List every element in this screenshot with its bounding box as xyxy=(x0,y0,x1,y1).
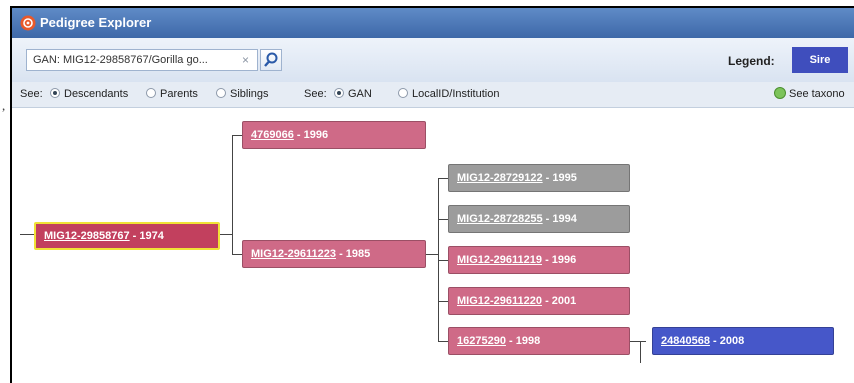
node-id-link[interactable]: MIG12-29858767 xyxy=(44,230,130,242)
search-field[interactable]: GAN: MIG12-29858767/Gorilla go... × xyxy=(26,49,258,71)
pedigree-node[interactable]: 16275290 - 1998 xyxy=(448,327,630,355)
radio-descendants[interactable]: Descendants xyxy=(50,88,128,100)
connector-gen2-d xyxy=(438,301,448,302)
connector-gen1-b xyxy=(232,254,242,255)
globe-icon xyxy=(774,87,786,99)
node-year: - 1996 xyxy=(542,254,577,266)
connector-gen3 xyxy=(630,341,646,342)
toolbar: GAN: MIG12-29858767/Gorilla go... × Lege… xyxy=(12,38,854,83)
legend-sire-button[interactable]: Sire xyxy=(792,47,848,73)
pedigree-explorer-window: Pedigree Explorer GAN: MIG12-29858767/Go… xyxy=(10,6,854,383)
radio-parents-icon[interactable] xyxy=(146,88,156,98)
radio-parents[interactable]: Parents xyxy=(146,88,198,100)
radio-localid[interactable]: LocalID/Institution xyxy=(398,88,499,100)
search-value[interactable]: GAN: MIG12-29858767/Gorilla go... xyxy=(33,54,208,66)
window-title: Pedigree Explorer xyxy=(40,15,152,30)
radio-localid-label: LocalID/Institution xyxy=(412,88,500,100)
see-label-view: See: xyxy=(20,88,43,100)
node-id-link[interactable]: 24840568 xyxy=(661,335,710,347)
options-bar: See: Descendants Parents Siblings See: G… xyxy=(12,82,854,108)
connector-gen1-a xyxy=(232,135,242,136)
radio-siblings-label: Siblings xyxy=(230,88,269,100)
node-id-link[interactable]: 16275290 xyxy=(457,335,506,347)
radio-gan[interactable]: GAN xyxy=(334,88,372,100)
search-icon xyxy=(264,52,278,67)
node-year: - 1998 xyxy=(505,335,541,347)
pedigree-logo-icon xyxy=(20,15,36,31)
pedigree-node[interactable]: MIG12-29611219 - 1996 xyxy=(448,246,630,274)
node-year: - 1985 xyxy=(336,248,371,260)
radio-parents-label: Parents xyxy=(160,88,198,100)
pedigree-node[interactable]: MIG12-29611223 - 1985 xyxy=(242,240,426,268)
node-id-link[interactable]: MIG12-28729122 xyxy=(457,172,543,184)
radio-gan-label: GAN xyxy=(348,88,372,100)
clear-search-icon[interactable]: × xyxy=(242,53,249,67)
pedigree-node[interactable]: MIG12-28729122 - 1995 xyxy=(448,164,630,192)
node-year: - 1994 xyxy=(542,213,577,225)
node-id-link[interactable]: MIG12-28728255 xyxy=(457,213,543,225)
radio-siblings[interactable]: Siblings xyxy=(216,88,269,100)
node-year: - 1974 xyxy=(129,230,164,242)
pedigree-tree: MIG12-29858767 - 1974 4769066 - 1996 MIG… xyxy=(12,108,854,383)
radio-siblings-icon[interactable] xyxy=(216,88,226,98)
radio-descendants-label: Descendants xyxy=(64,88,129,100)
stray-comma: , xyxy=(2,98,6,113)
pedigree-node[interactable]: MIG12-28728255 - 1994 xyxy=(448,205,630,233)
connector-gen2-c xyxy=(438,260,448,261)
radio-localid-icon[interactable] xyxy=(398,88,408,98)
connector-gen1-vertical xyxy=(232,135,233,254)
pedigree-node[interactable]: MIG12-29611220 - 2001 xyxy=(448,287,630,315)
node-id-link[interactable]: 4769066 xyxy=(251,129,294,141)
node-year: - 2001 xyxy=(542,295,577,307)
see-label-id: See: xyxy=(304,88,327,100)
node-id-link[interactable]: MIG12-29611219 xyxy=(457,254,542,266)
node-id-link[interactable]: MIG12-29611223 xyxy=(251,248,336,260)
search-button[interactable] xyxy=(260,49,282,71)
connector-root-right xyxy=(220,234,232,235)
see-taxonomy-link[interactable]: See taxono xyxy=(774,87,845,100)
node-year: - 1996 xyxy=(293,129,329,141)
legend-label: Legend: xyxy=(728,54,775,68)
connector-root-left xyxy=(20,234,34,235)
radio-descendants-icon[interactable] xyxy=(50,88,60,98)
connector-gen1-b-right xyxy=(426,254,438,255)
pedigree-node-root[interactable]: MIG12-29858767 - 1974 xyxy=(34,222,220,250)
connector-gen3-down xyxy=(640,341,641,363)
node-id-link[interactable]: MIG12-29611220 xyxy=(457,295,542,307)
connector-gen2-e xyxy=(438,341,448,342)
node-year: - 2008 xyxy=(709,335,745,347)
connector-gen2-a xyxy=(438,178,448,179)
radio-gan-icon[interactable] xyxy=(334,88,344,98)
pedigree-node[interactable]: 4769066 - 1996 xyxy=(242,121,426,149)
node-year: - 1995 xyxy=(542,172,577,184)
title-bar: Pedigree Explorer xyxy=(12,8,854,38)
connector-gen2-b xyxy=(438,219,448,220)
pedigree-node[interactable]: 24840568 - 2008 xyxy=(652,327,834,355)
see-taxonomy-label: See taxono xyxy=(789,88,845,100)
